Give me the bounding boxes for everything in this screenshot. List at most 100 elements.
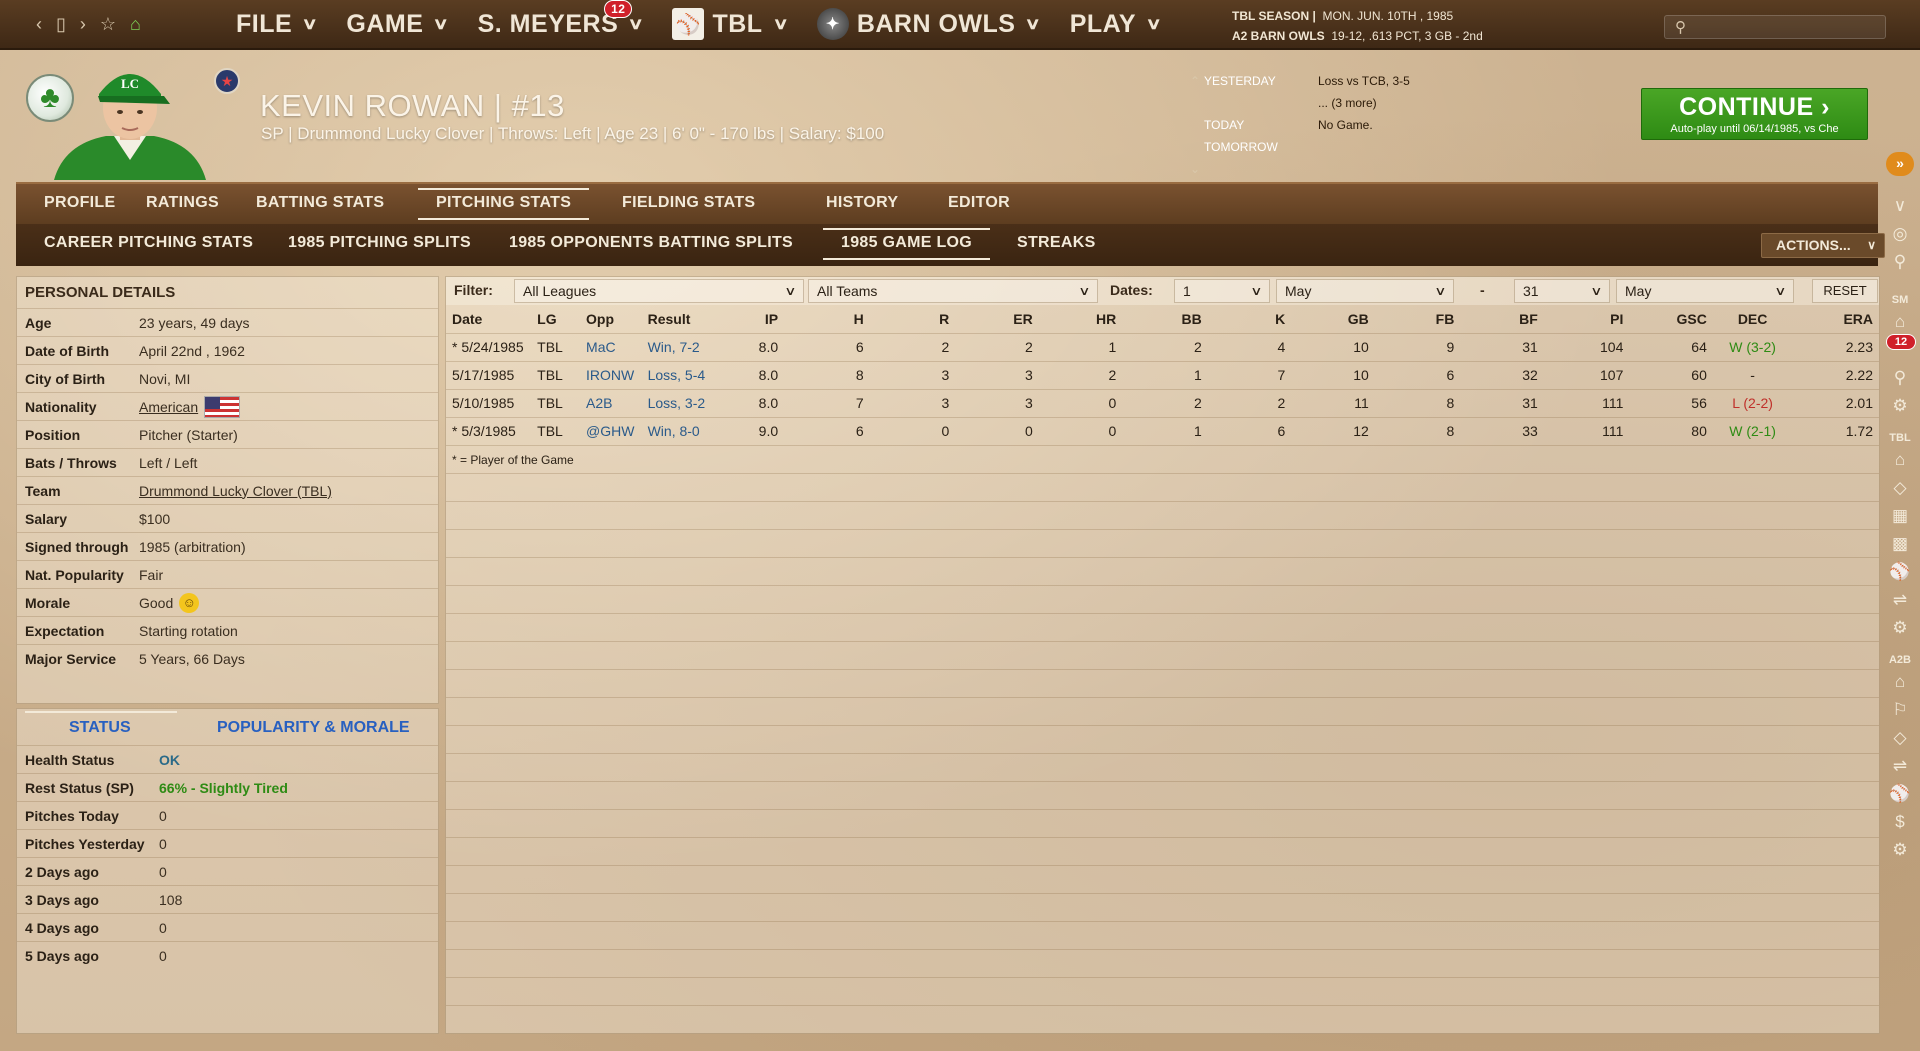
gear-icon[interactable]: ⚙ [1888, 616, 1912, 640]
home-icon[interactable]: ⌂ [1888, 670, 1912, 694]
actions-button[interactable]: ACTIONS... ∨ [1761, 233, 1885, 258]
tab-profile[interactable]: PROFILE [44, 194, 115, 212]
tab-fielding-stats[interactable]: FIELDING STATS [622, 194, 755, 212]
id-card-icon[interactable]: ▦ [1888, 504, 1912, 528]
column-header[interactable]: GB [1291, 305, 1375, 333]
team-select[interactable]: All Teams ∨ [808, 279, 1098, 303]
menu-team[interactable]: ✦ BARN OWLS ∨ [816, 8, 1041, 40]
search-box[interactable]: ⚲ [1664, 15, 1886, 39]
baseball-icon[interactable]: ⚾ [1888, 782, 1912, 806]
column-header[interactable]: H [784, 305, 870, 333]
roster-icon[interactable]: ⚐ [1888, 698, 1912, 722]
from-day-select[interactable]: 1 ∨ [1174, 279, 1270, 303]
column-header[interactable]: Opp [580, 305, 642, 333]
column-header[interactable]: ERA [1792, 305, 1879, 333]
column-header[interactable]: GSC [1629, 305, 1713, 333]
tab-ratings[interactable]: RATINGS [146, 194, 219, 212]
tab-streaks[interactable]: STREAKS [1017, 234, 1096, 252]
column-header[interactable]: DEC [1713, 305, 1792, 333]
bar-chart-icon[interactable]: ▩ [1888, 532, 1912, 556]
table-footnote: * = Player of the Game [446, 445, 1879, 473]
star-icon[interactable]: ☆ [100, 15, 116, 33]
column-header[interactable]: PI [1544, 305, 1630, 333]
menu-league[interactable]: ⚾ TBL ∨ [672, 8, 789, 40]
column-header[interactable]: ER [955, 305, 1039, 333]
tab-game-log[interactable]: 1985 GAME LOG [822, 228, 991, 260]
tab-pitching-stats[interactable]: PITCHING STATS [417, 188, 590, 220]
table-cell[interactable]: Loss, 5-4 [641, 360, 734, 389]
menu-manager[interactable]: S. MEYERS 12 ∨ [478, 0, 644, 39]
tab-batting-stats[interactable]: BATTING STATS [256, 194, 384, 212]
column-header[interactable]: Date [446, 305, 531, 333]
page-icon[interactable]: ▯ [56, 15, 66, 33]
table-row[interactable]: 5/17/1985 TBL IRONW Loss, 5-4 8.0 8 3 3 2 1 7 10 6 32… [446, 360, 1879, 389]
tab-editor[interactable]: EDITOR [948, 194, 1010, 212]
baseball-icon[interactable]: ⚾ [1888, 560, 1912, 584]
table-row[interactable]: 5/10/1985 TBL A2B Loss, 3-2 8.0 7 3 3 0 2 2 11 8 31 11… [446, 388, 1879, 417]
detail-value-text[interactable]: Drummond Lucky Clover (TBL) [139, 483, 332, 499]
table-cell[interactable]: MaC [580, 332, 642, 361]
lightbulb-icon[interactable]: ⚲ [1888, 250, 1912, 274]
transactions-icon[interactable]: ⇌ [1888, 754, 1912, 778]
home-icon[interactable]: ⌂ [1888, 310, 1912, 334]
empty-table-row [446, 921, 1879, 949]
search-input[interactable] [1697, 18, 1877, 36]
table-cell[interactable]: A2B [580, 388, 642, 417]
diamond-icon[interactable]: ◇ [1888, 476, 1912, 500]
empty-table-row [446, 501, 1879, 529]
detail-value-text[interactable]: American [139, 399, 198, 415]
table-cell[interactable]: IRONW [580, 360, 642, 389]
menu-play[interactable]: PLAY ∨ [1070, 10, 1162, 39]
table-row[interactable]: * 5/3/1985 TBL @GHW Win, 8-0 9.0 6 0 0 0 1 6 12 8 33 1… [446, 416, 1879, 445]
home-icon[interactable]: ⌂ [1888, 448, 1912, 472]
globe-icon[interactable]: ◎ [1888, 222, 1912, 246]
diamond-icon[interactable]: ◇ [1888, 726, 1912, 750]
column-header[interactable]: R [870, 305, 956, 333]
gear-icon[interactable]: ⚙ [1888, 394, 1912, 418]
chevron-up-icon[interactable]: ⌃ [1190, 74, 1200, 88]
league-select[interactable]: All Leagues ∨ [514, 279, 804, 303]
column-header[interactable]: FB [1375, 305, 1461, 333]
chevron-down-icon[interactable]: ⌄ [1190, 162, 1200, 176]
tab-opponents-batting-splits[interactable]: 1985 OPPONENTS BATTING SPLITS [509, 234, 793, 252]
table-cell[interactable]: @GHW [580, 416, 642, 445]
gear-icon[interactable]: ⚙ [1888, 838, 1912, 862]
home-icon[interactable]: ⌂ [130, 15, 141, 33]
column-header[interactable]: BB [1122, 305, 1208, 333]
chevron-down-icon[interactable]: ∨ [1888, 194, 1912, 218]
back-icon[interactable]: ‹ [36, 15, 42, 33]
team-label: A2 BARN OWLS [1232, 29, 1325, 43]
to-day-select[interactable]: 31 ∨ [1514, 279, 1610, 303]
schedule-more-link[interactable]: ... (3 more) [1318, 96, 1377, 110]
forward-icon[interactable]: › [80, 15, 86, 33]
menu-game[interactable]: GAME ∨ [346, 10, 449, 39]
tab-career-pitching-stats[interactable]: CAREER PITCHING STATS [44, 234, 253, 252]
from-month-select[interactable]: May ∨ [1276, 279, 1454, 303]
table-cell[interactable]: Win, 8-0 [641, 416, 734, 445]
table-row[interactable]: * 5/24/1985 TBL MaC Win, 7-2 8.0 6 2 2 1 2 4 10 9 31 1… [446, 332, 1879, 361]
table-cell[interactable]: Loss, 3-2 [641, 388, 734, 417]
tab-pitching-splits[interactable]: 1985 PITCHING SPLITS [288, 234, 471, 252]
column-header[interactable]: Result [642, 305, 734, 333]
dollar-icon[interactable]: $ [1888, 810, 1912, 834]
empty-table-row [446, 893, 1879, 921]
column-header[interactable]: IP [733, 305, 784, 333]
table-cell[interactable]: Win, 7-2 [641, 332, 734, 361]
fast-forward-icon[interactable]: » [1886, 152, 1914, 176]
column-header[interactable]: K [1208, 305, 1292, 333]
continue-button[interactable]: CONTINUE › Auto-play until 06/14/1985, v… [1641, 88, 1868, 140]
search-icon[interactable]: ⚲ [1888, 366, 1912, 390]
personal-details-title: PERSONAL DETAILS [25, 284, 176, 301]
column-header[interactable]: HR [1039, 305, 1123, 333]
tab-status[interactable]: STATUS [25, 711, 176, 737]
tab-history[interactable]: HISTORY [826, 194, 898, 212]
menu-file[interactable]: FILE ∨ [236, 10, 318, 39]
empty-table-row [446, 641, 1879, 669]
column-header[interactable]: LG [531, 305, 580, 333]
column-header[interactable]: BF [1460, 305, 1544, 333]
reset-button[interactable]: RESET [1812, 279, 1878, 303]
to-month-select[interactable]: May ∨ [1616, 279, 1794, 303]
table-cell: 6 [1374, 360, 1461, 389]
transactions-icon[interactable]: ⇌ [1888, 588, 1912, 612]
tab-popularity-morale[interactable]: POPULARITY & MORALE [217, 719, 410, 737]
